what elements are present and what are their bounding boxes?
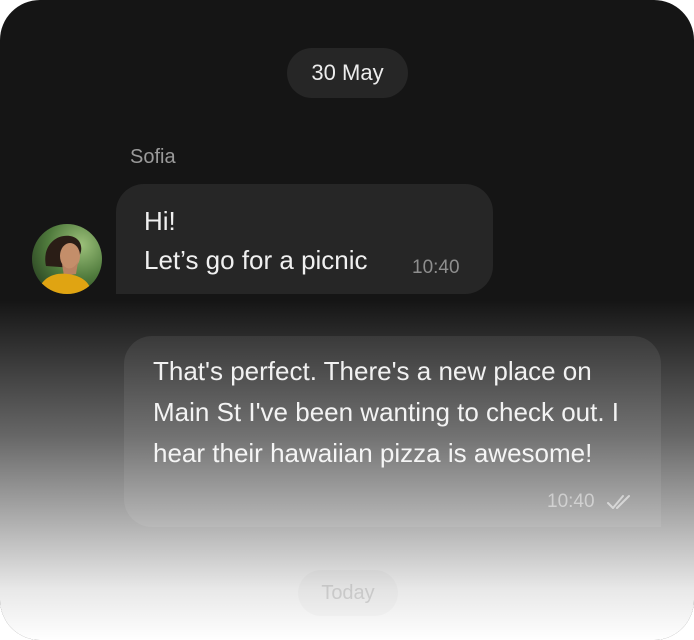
outgoing-message-time: 10:40 <box>547 491 595 512</box>
sender-name: Sofia <box>130 146 176 168</box>
sender-avatar[interactable] <box>32 224 102 294</box>
double-check-icon <box>607 495 630 509</box>
person-avatar-icon <box>32 224 102 294</box>
today-separator: Today <box>321 582 375 604</box>
chat-panel: 30 May Sofia Hi! Let’s go for a picnic 1… <box>0 0 694 640</box>
date-separator: 30 May <box>287 48 408 98</box>
incoming-message-bubble[interactable]: Hi! Let’s go for a picnic 10:40 <box>116 184 493 294</box>
outgoing-message-text: That's perfect. There's a new place on M… <box>153 356 620 468</box>
incoming-message-line: Hi! <box>144 206 176 236</box>
outgoing-message-bubble[interactable]: That's perfect. There's a new place on M… <box>124 336 661 527</box>
incoming-message-line: Let’s go for a picnic <box>144 245 368 275</box>
incoming-message-time: 10:40 <box>412 257 460 278</box>
